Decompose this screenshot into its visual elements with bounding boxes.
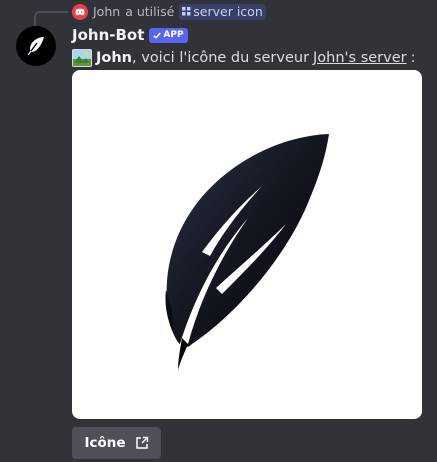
picture-emoji-icon [72, 49, 92, 67]
feather-icon [27, 37, 44, 56]
external-link-icon [135, 436, 148, 449]
app-badge-label: APP [163, 29, 184, 40]
reply-reference[interactable]: John a utilisé server icon [72, 3, 266, 20]
icon-link-button[interactable]: Icône [72, 427, 161, 459]
message-header: John-Bot APP [72, 25, 188, 45]
reply-user[interactable]: John [93, 4, 120, 19]
message-content: John, voici l'icône du serveur John's se… [72, 47, 416, 69]
user-mention[interactable]: John [96, 50, 132, 66]
app-badge: APP [149, 27, 188, 43]
checkmark-icon [153, 32, 162, 39]
button-label: Icône [84, 435, 126, 451]
bot-username[interactable]: John-Bot [72, 26, 144, 44]
feather-icon [165, 134, 329, 370]
server-link[interactable]: John's server [313, 50, 407, 66]
command-grid-icon [182, 7, 191, 16]
slash-command-name: server icon [193, 4, 263, 19]
message-suffix: : [410, 50, 416, 66]
message-text: , voici l'icône du serveur [132, 50, 310, 66]
reply-action: a utilisé [125, 4, 175, 19]
slash-command[interactable]: server icon [179, 3, 266, 20]
reply-connector [34, 11, 68, 27]
server-icon-image[interactable] [72, 70, 422, 419]
discord-icon [72, 3, 88, 20]
bot-avatar[interactable] [16, 26, 56, 66]
